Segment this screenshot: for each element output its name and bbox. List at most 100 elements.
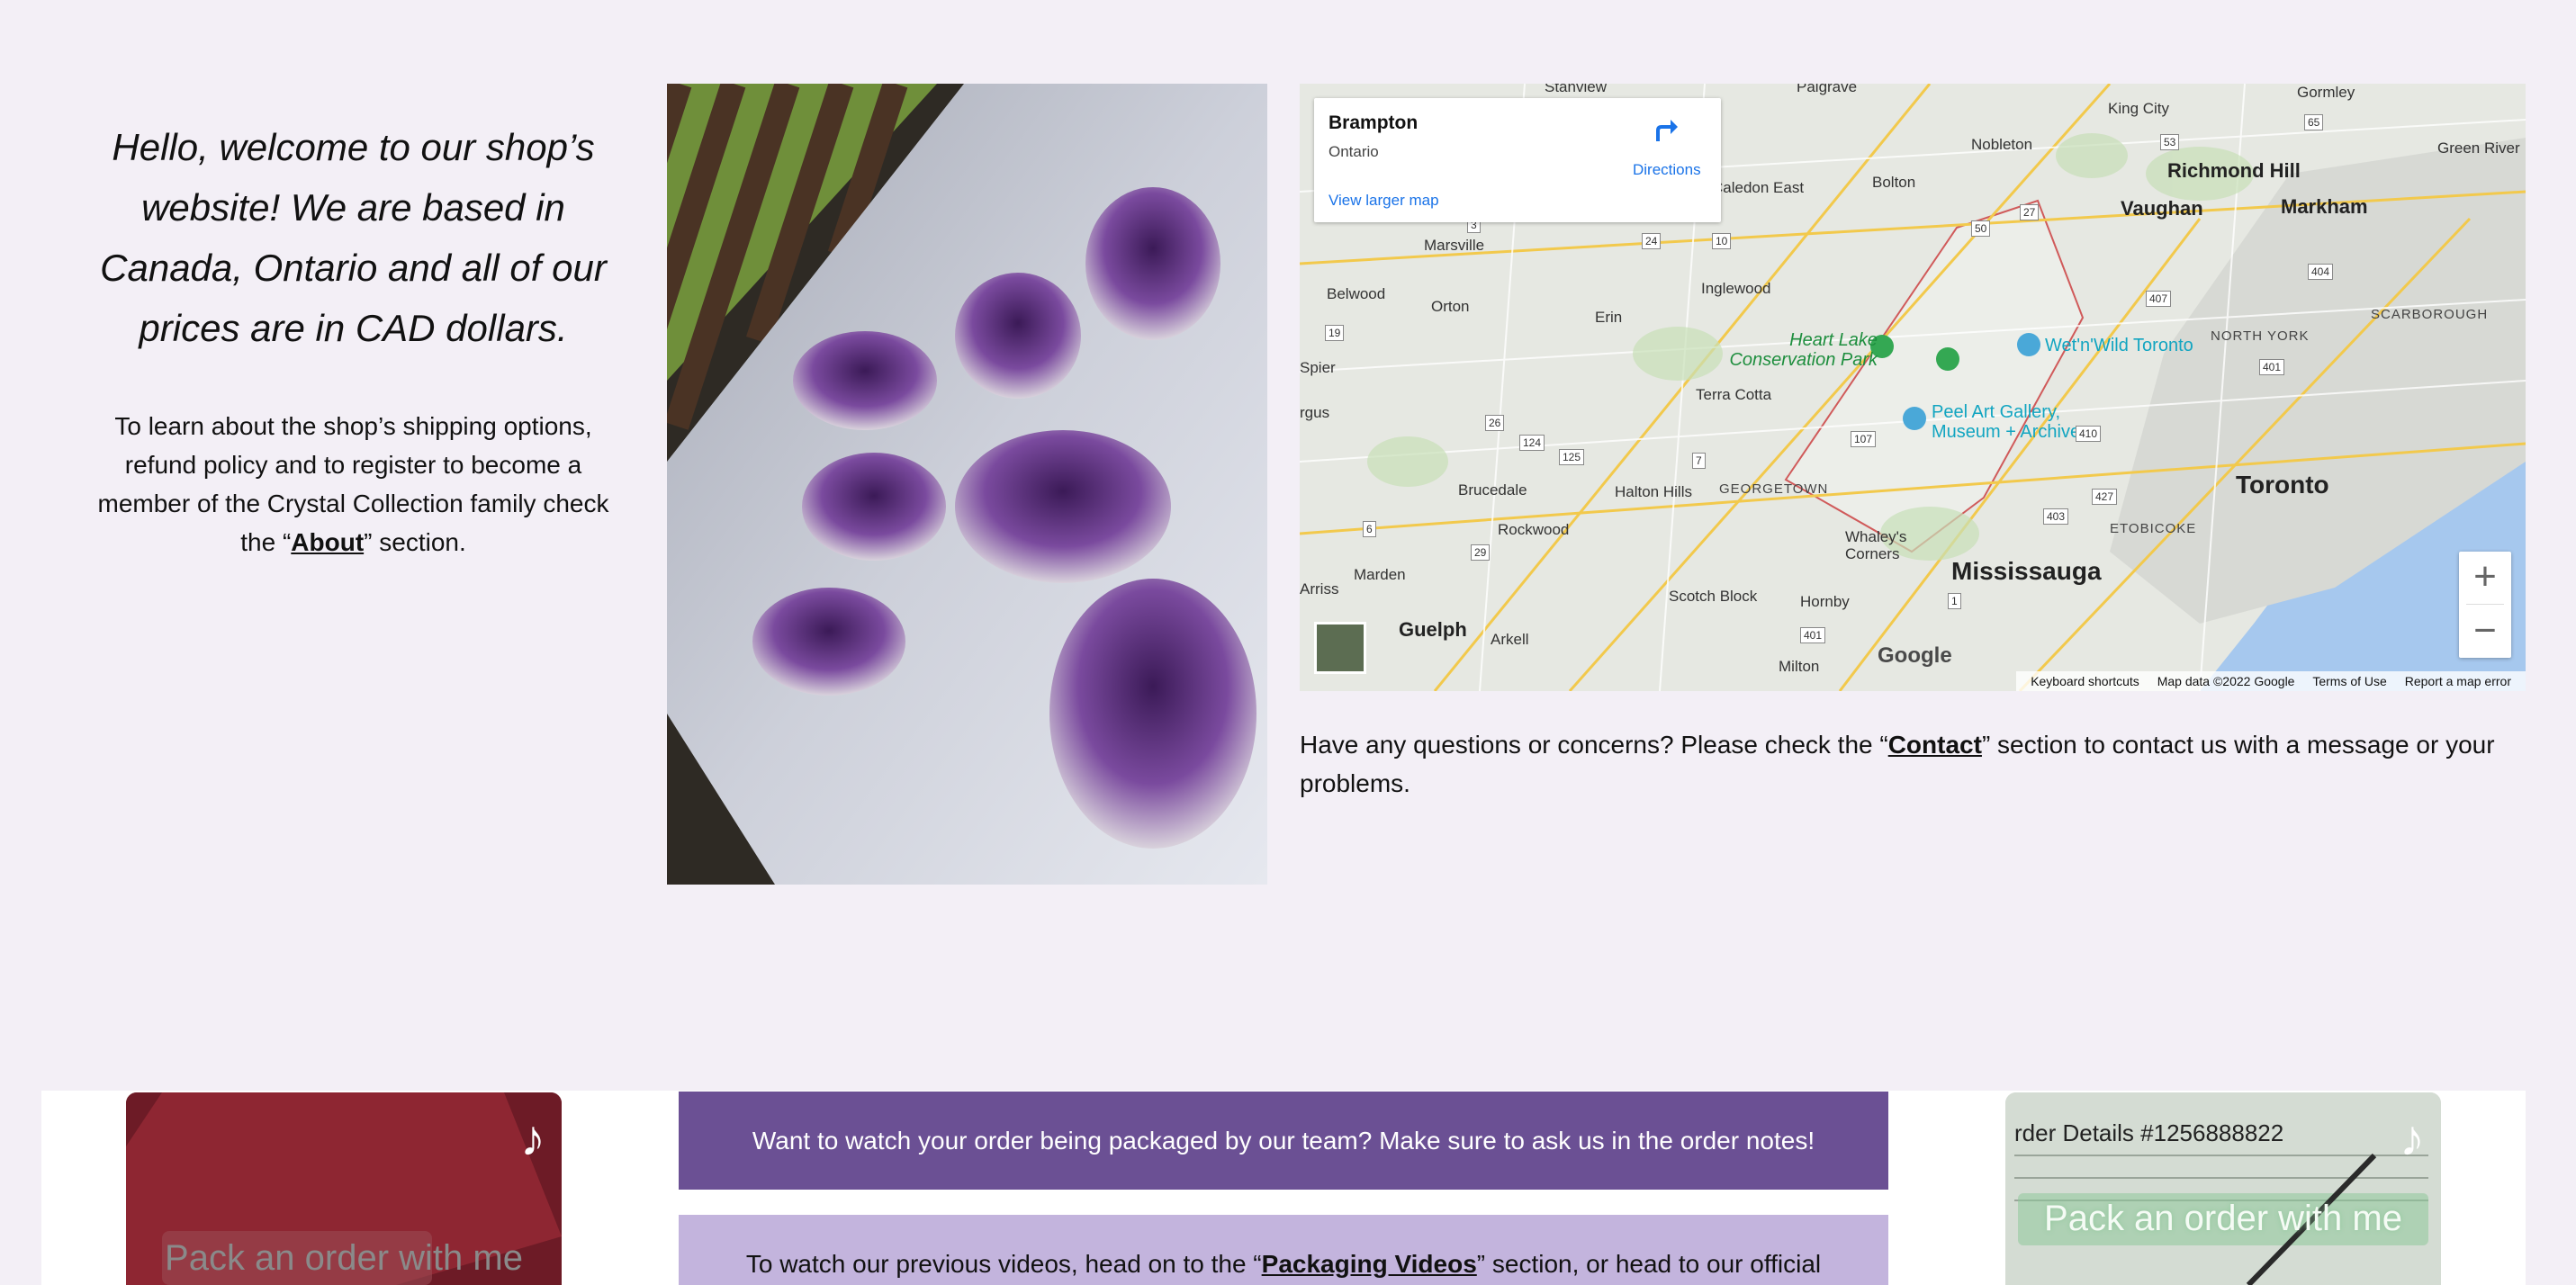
directions-link[interactable]: Directions: [1633, 161, 1701, 179]
amethyst-photo-art: [667, 84, 1267, 885]
map-label-whaleys-corners: Whaley's Corners: [1845, 528, 1907, 562]
map-label-marden: Marden: [1354, 566, 1406, 583]
zoom-divider: [2466, 604, 2504, 605]
map-shield: 50: [1971, 220, 1991, 237]
map-shield: 7: [1692, 453, 1706, 469]
terms-of-use-link[interactable]: Terms of Use: [2312, 674, 2386, 688]
map-label-vaughan: Vaughan: [2121, 197, 2203, 220]
map-label-heart-lake: Heart Lake Conservation Park: [1729, 330, 1878, 370]
map-shield: 407: [2146, 291, 2172, 307]
map-label-inglewood: Inglewood: [1701, 280, 1771, 297]
tiktok-icon: ♪: [2400, 1110, 2425, 1166]
order-details-text: rder Details #1256888822: [2014, 1119, 2284, 1146]
questions-text: Have any questions or concerns? Please c…: [1300, 725, 2524, 803]
map-label-halton-hills: Halton Hills: [1615, 483, 1692, 500]
map-label-marsville: Marsville: [1424, 237, 1485, 254]
directions-icon[interactable]: [1651, 114, 1680, 143]
google-map[interactable]: Toronto Mississauga Richmond Hill Vaugha…: [1300, 84, 2526, 691]
map-label-nobleton: Nobleton: [1971, 136, 2033, 153]
map-label-scarborough: SCARBOROUGH: [2371, 307, 2489, 322]
about-link[interactable]: About: [291, 528, 364, 556]
map-shield: 403: [2043, 508, 2069, 525]
map-label-gormley: Gormley: [2297, 84, 2355, 101]
map-shield: 24: [1642, 233, 1662, 249]
map-shield: 401: [1800, 627, 1826, 643]
tiktok-icon: ♪: [520, 1110, 545, 1166]
map-shield: 27: [2020, 204, 2040, 220]
google-logo-text: Google: [1878, 643, 1952, 668]
map-label-king-city: King City: [2108, 100, 2170, 117]
welcome-section: Hello, welcome to our shop’s website! We…: [90, 117, 617, 562]
map-label-arkell: Arkell: [1491, 631, 1529, 648]
welcome-body: To learn about the shop’s shipping optio…: [90, 407, 617, 562]
tiktok-left-caption: Pack an order with me: [165, 1238, 523, 1278]
map-label-richmond-hill: Richmond Hill: [2167, 159, 2301, 182]
questions-pre: Have any questions or concerns? Please c…: [1300, 731, 1888, 759]
map-label-north-york: NORTH YORK: [2211, 328, 2310, 344]
packaging-videos-link[interactable]: Packaging Videos: [1262, 1250, 1477, 1278]
packaging-videos-pre: To watch our previous videos, head on to…: [745, 1250, 1262, 1278]
zoom-out-button[interactable]: −: [2459, 606, 2511, 658]
map-label-hornby: Hornby: [1800, 593, 1850, 610]
satellite-toggle[interactable]: [1314, 622, 1366, 674]
welcome-title: Hello, welcome to our shop’s website! We…: [100, 126, 607, 349]
map-label-toronto: Toronto: [2236, 471, 2329, 499]
map-shield: 427: [2092, 489, 2118, 505]
packaging-videos-banner: To watch our previous videos, head on to…: [679, 1215, 1888, 1285]
tiktok-video-left[interactable]: ♪ Pack an order with me: [126, 1092, 562, 1285]
map-shield: 410: [2076, 426, 2102, 442]
map-label-etobicoke: ETOBICOKE: [2110, 521, 2197, 536]
map-shield: 124: [1519, 435, 1545, 451]
map-label-guelph: Guelph: [1399, 618, 1467, 641]
map-label-orton: Orton: [1431, 298, 1470, 315]
map-label-erin: Erin: [1595, 309, 1623, 326]
map-shield: 6: [1363, 521, 1376, 537]
map-label-bolton: Bolton: [1872, 174, 1916, 191]
map-label-stanview: Stanview: [1545, 84, 1607, 95]
map-shield: 401: [2259, 359, 2285, 375]
map-label-palgrave: Palgrave: [1797, 84, 1858, 95]
map-label-argus: rgus: [1300, 404, 1330, 421]
map-zoom-control: + −: [2459, 552, 2511, 658]
keyboard-shortcuts-link[interactable]: Keyboard shortcuts: [2031, 674, 2139, 688]
view-larger-map-link[interactable]: View larger map: [1329, 192, 1439, 210]
map-label-brucedale: Brucedale: [1458, 481, 1527, 499]
map-shield: 125: [1559, 449, 1585, 465]
tiktok-right-caption: Pack an order with me: [2044, 1199, 2402, 1238]
map-label-green-river: Green River: [2437, 139, 2520, 157]
map-place-card: Brampton Ontario View larger map Directi…: [1314, 98, 1721, 222]
map-data-text: Map data ©2022 Google: [2157, 674, 2295, 688]
map-shield: 404: [2308, 264, 2334, 280]
map-shield: 53: [2160, 134, 2180, 150]
map-shield: 26: [1485, 415, 1505, 431]
map-label-spier: Spier: [1300, 359, 1336, 376]
map-shield: 29: [1471, 544, 1491, 561]
welcome-body-end: ” section.: [364, 528, 466, 556]
amethyst-photo: [667, 84, 1267, 885]
packaging-videos-post: ” section, or head to our official: [1476, 1250, 1822, 1278]
zoom-in-button[interactable]: +: [2459, 552, 2511, 604]
map-label-scotch-block: Scotch Block: [1669, 588, 1758, 605]
map-attribution: Keyboard shortcuts Map data ©2022 Google…: [2016, 671, 2526, 691]
map-label-terra-cotta: Terra Cotta: [1696, 386, 1772, 403]
map-shield: 10: [1712, 233, 1732, 249]
report-map-error-link[interactable]: Report a map error: [2405, 674, 2511, 688]
map-label-wet-n-wild: Wet'n'Wild Toronto: [2045, 336, 2193, 355]
map-label-arriss: Arriss: [1300, 580, 1339, 598]
map-label-caledon-east: Caledon East: [1712, 179, 1805, 196]
map-label-mississauga: Mississauga: [1951, 557, 2102, 585]
google-logo: Google: [1878, 643, 1952, 669]
map-label-belwood: Belwood: [1327, 285, 1386, 302]
tiktok-video-right[interactable]: rder Details #1256888822 ♪ Pack an order…: [2005, 1092, 2441, 1285]
map-place-name: Brampton: [1329, 112, 1419, 133]
map-shield: 107: [1851, 431, 1877, 447]
map-label-markham: Markham: [2281, 195, 2368, 218]
map-label-milton: Milton: [1779, 658, 1820, 675]
map-label-georgetown: GEORGETOWN: [1719, 481, 1829, 497]
map-shield: 65: [2304, 114, 2324, 130]
contact-link[interactable]: Contact: [1888, 731, 1982, 759]
map-place-region: Ontario: [1329, 143, 1379, 160]
map-label-rockwood: Rockwood: [1498, 521, 1570, 538]
map-shield: 19: [1325, 325, 1345, 341]
map-shield: 1: [1948, 593, 1961, 609]
